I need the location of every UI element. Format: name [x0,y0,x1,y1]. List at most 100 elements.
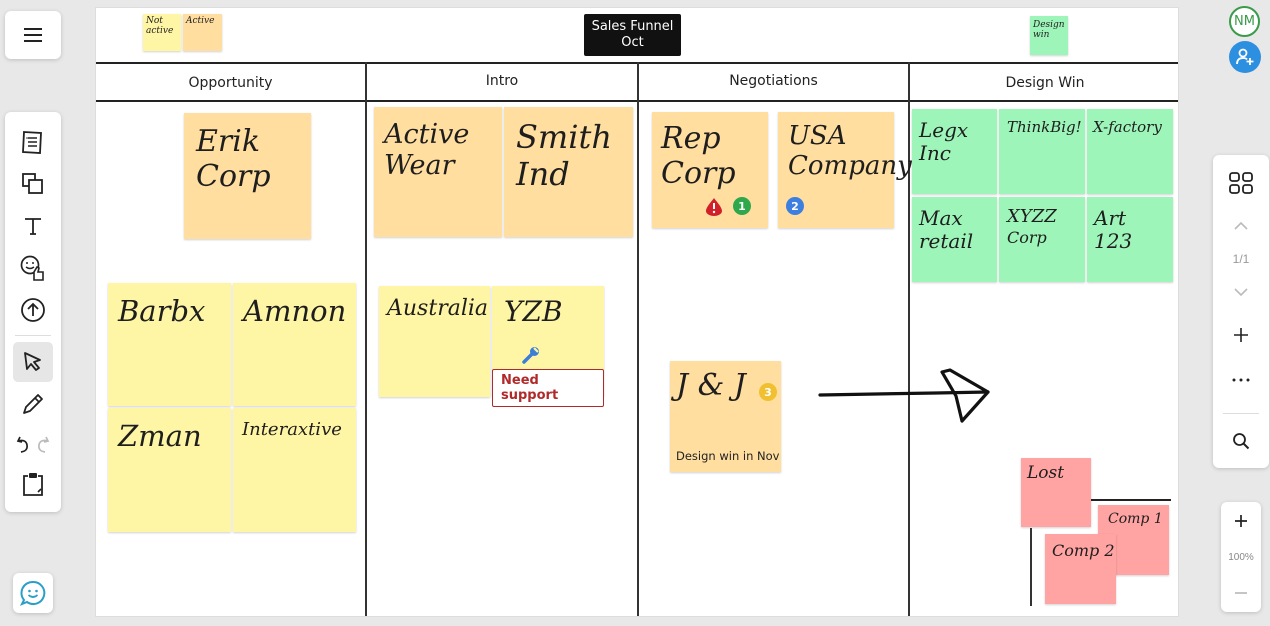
undo-icon [16,436,28,453]
previous-frame-button[interactable] [1221,213,1261,239]
hamburger-icon [24,28,42,42]
sticky-text: Active [384,119,470,150]
column-header-opportunity: Opportunity [188,75,273,91]
cursor-arrow-icon [24,352,41,371]
sticky-text: Erik [196,124,261,159]
lost-divider-line [1089,499,1171,501]
sticky-note-thinkbig[interactable]: ThinkBig! [999,109,1085,194]
sticky-note-lost[interactable]: Lost [1021,458,1091,527]
legend-label: Design [1033,20,1065,30]
chevron-down-icon [1234,288,1248,297]
column-header-design-win: Design Win [1005,75,1085,91]
sticky-text: Comp 1 [1108,511,1163,527]
sticky-text: Lost [1027,463,1065,483]
sticky-note-smith-ind[interactable]: Smith Ind [504,107,633,237]
zoom-controls: 100% [1221,502,1261,612]
sticky-text: Wear [384,150,455,182]
legend-sticky-not-active[interactable]: Not active [143,14,181,51]
undo-button[interactable] [13,427,33,461]
redo-button[interactable] [33,427,53,461]
shapes-icon [22,173,43,194]
add-frame-button[interactable] [1221,320,1261,350]
sticky-text: XYZZ [1007,206,1057,227]
pen-tool-button[interactable] [13,384,53,424]
legend-sticky-design-win[interactable]: Design win [1030,16,1068,55]
search-button[interactable] [1221,425,1261,457]
sticky-note-xyzz-corp[interactable]: XYZZ Corp [999,197,1085,282]
left-toolbar [5,112,61,512]
sticky-note-legx-inc[interactable]: Legx Inc [912,109,997,194]
sticky-note-active-wear[interactable]: Active Wear [374,107,502,237]
pencil-icon [23,394,43,414]
sticky-text: Zman [118,419,202,453]
column-divider [637,62,639,616]
sticky-text: Comp 2 [1052,541,1115,560]
legend-sticky-active[interactable]: Active [183,14,222,51]
next-frame-button[interactable] [1221,279,1261,305]
drawn-arrow[interactable] [816,366,996,426]
sticky-note-amnon[interactable]: Amnon [233,283,356,406]
sticky-note-jnj[interactable]: J & J 3 Design win in Nov [670,361,781,472]
whiteboard-canvas[interactable]: Not active Active Design win Sales Funne… [95,7,1179,617]
templates-button[interactable] [13,122,53,162]
zoom-in-button[interactable] [1225,508,1257,534]
warning-icon [706,198,722,216]
sticky-note-x-factory[interactable]: X-factory [1087,109,1173,194]
board-title[interactable]: Sales Funnel Oct [584,14,681,56]
frames-button[interactable] [1221,163,1261,203]
sticky-text: Legx [919,118,969,142]
user-avatar[interactable]: NM [1229,6,1260,37]
sticky-note-australia[interactable]: Australia [379,286,490,397]
board-title-line2: Oct [621,35,644,50]
feedback-button[interactable] [13,573,53,613]
column-divider [365,62,367,616]
upload-arrow-icon [21,298,45,322]
ellipsis-icon [1232,378,1250,382]
need-support-tag[interactable]: Need support [492,369,604,407]
search-icon [1233,433,1250,450]
shapes-button[interactable] [13,164,53,204]
sticky-note-interaxtive[interactable]: Interaxtive [233,408,356,532]
invite-user-button[interactable] [1229,41,1261,73]
stickers-button[interactable] [13,248,53,288]
minus-icon [1235,592,1247,594]
sticky-note-zman[interactable]: Zman [108,408,231,532]
sticky-text: YZB [504,295,563,328]
text-button[interactable] [13,206,53,246]
lost-divider-line [1030,528,1032,606]
select-tool-button[interactable] [13,342,53,382]
zoom-out-button[interactable] [1225,580,1257,606]
sticky-note-usa-company[interactable]: USA Company 2 [778,112,912,228]
more-options-button[interactable] [1221,365,1261,395]
clipboard-button[interactable] [13,464,53,504]
priority-badge: 3 [759,383,777,401]
sticky-text: J & J [676,368,746,403]
sticky-text: X-factory [1093,118,1162,136]
sticky-note-erik-corp[interactable]: Erik Corp [184,113,311,239]
redo-icon [38,436,50,453]
sticky-text: ThinkBig! [1007,118,1082,136]
sticky-note-comp2[interactable]: Comp 2 [1045,534,1116,604]
sticky-text: Rep [661,121,721,156]
emoji-thumbs-up-icon [20,255,44,281]
board-title-line1: Sales Funnel [591,19,674,34]
sticky-text: Barbx [118,294,206,328]
sticky-note-rep-corp[interactable]: Rep Corp 1 [652,112,768,228]
sticky-text: Interaxtive [242,419,342,440]
grid-icon [1229,172,1253,194]
sticky-text: 123 [1094,229,1133,253]
menu-button[interactable] [5,11,61,59]
sticky-text: USA [788,121,847,151]
sticky-text: Max [919,206,963,230]
legend-label: active [146,26,174,37]
upload-button[interactable] [13,290,53,330]
sticky-text: Art [1094,206,1127,230]
toolbar-divider [15,335,51,336]
sticky-note-yzb[interactable]: YZB Need support [492,286,604,407]
sticky-note-art-123[interactable]: Art 123 [1087,197,1173,282]
chevron-up-icon [1234,221,1248,230]
priority-badge: 2 [786,197,804,215]
add-user-icon [1236,48,1254,65]
sticky-note-barbx[interactable]: Barbx [108,283,231,406]
sticky-note-max-retail[interactable]: Max retail [912,197,997,282]
